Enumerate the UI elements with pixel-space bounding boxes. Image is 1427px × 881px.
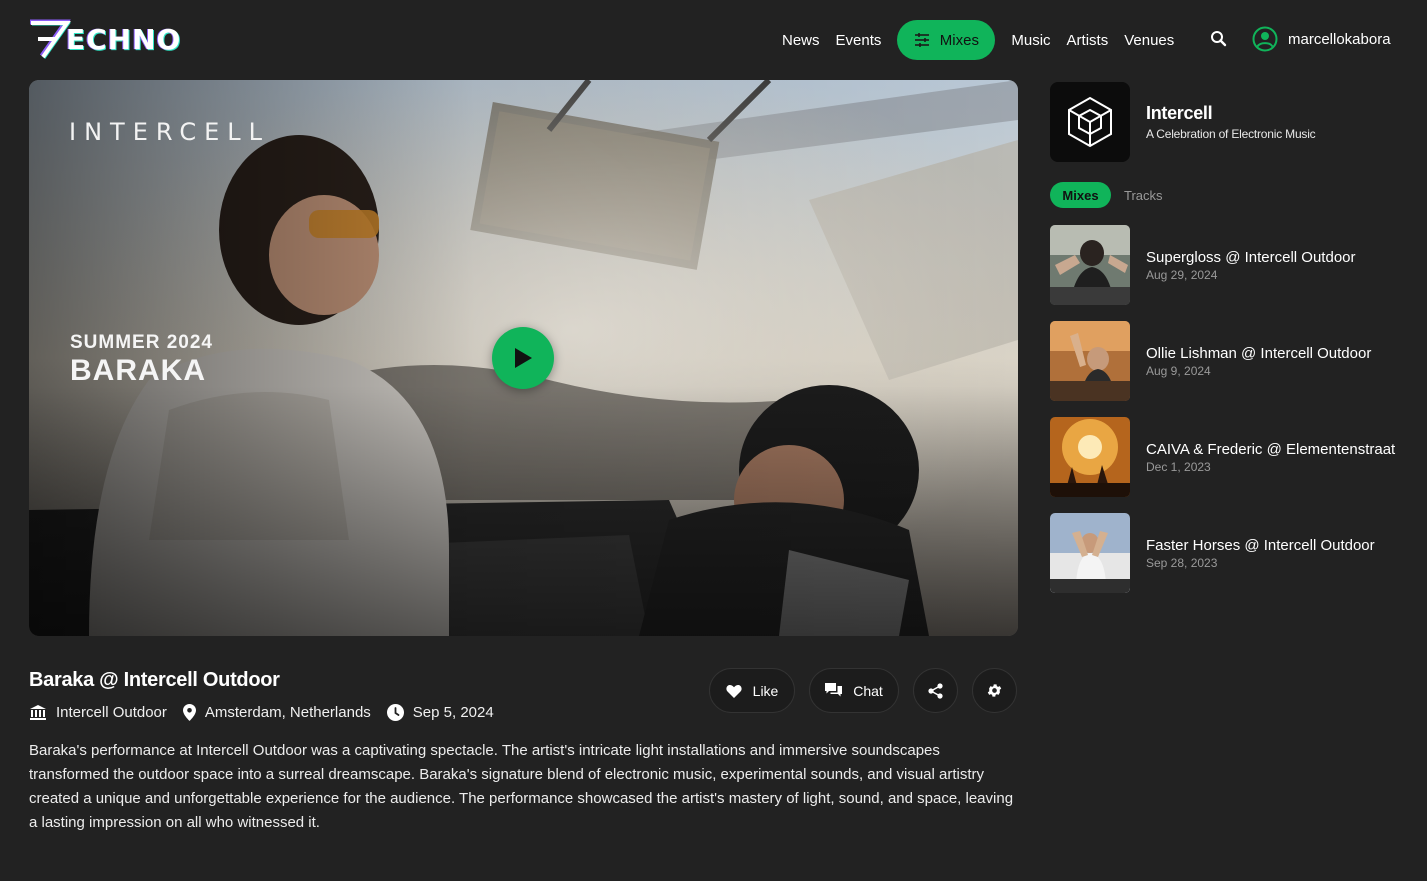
related-mix-date: Aug 29, 2024 [1146, 268, 1218, 282]
hero-artist-text: BARAKA [70, 354, 206, 387]
sidebar-tabs: Mixes Tracks [1050, 182, 1163, 208]
related-mix-item[interactable]: Faster Horses @ Intercell Outdoor Sep 28… [1050, 513, 1410, 593]
gear-icon [987, 684, 1002, 697]
channel-logo [1050, 82, 1130, 162]
nav-music[interactable]: Music [1011, 32, 1050, 49]
hero-brand-text: INTERCELL [69, 118, 270, 146]
settings-button[interactable] [972, 668, 1017, 713]
username: marcellokabora [1288, 30, 1391, 48]
hero-season-text: SUMMER 2024 [70, 332, 213, 353]
related-mix-title: Faster Horses @ Intercell Outdoor [1146, 537, 1375, 554]
related-mix-date: Sep 28, 2023 [1146, 556, 1218, 570]
share-button[interactable] [913, 668, 958, 713]
tab-tracks[interactable]: Tracks [1124, 188, 1163, 203]
site-logo[interactable]: ECHNO [28, 18, 190, 60]
mix-thumbnail [1050, 225, 1130, 305]
user-circle-icon [1252, 26, 1278, 52]
location-text: Amsterdam, Netherlands [204, 703, 371, 721]
channel-card[interactable]: Intercell A Celebration of Electronic Mu… [1050, 82, 1316, 162]
play-button[interactable] [492, 327, 554, 389]
related-mix-item[interactable]: CAIVA & Frederic @ Elementenstraat Dec 1… [1050, 417, 1410, 497]
nav-venues[interactable]: Venues [1124, 32, 1174, 49]
nav-artists[interactable]: Artists [1067, 32, 1109, 49]
share-icon [928, 682, 943, 699]
chat-icon [825, 683, 843, 697]
logo-text: ECHNO [66, 23, 182, 56]
venue-info[interactable]: Intercell Outdoor [29, 704, 167, 721]
nav-mixes-label: Mixes [939, 31, 979, 49]
like-button[interactable]: Like [709, 668, 795, 713]
location-pin-icon [182, 703, 196, 721]
chat-label: Chat [853, 682, 883, 699]
venue-name: Intercell Outdoor [56, 703, 167, 721]
related-mix-item[interactable]: Supergloss @ Intercell Outdoor Aug 29, 2… [1050, 225, 1410, 305]
mix-thumbnail [1050, 513, 1130, 593]
venue-icon [30, 705, 46, 720]
date-info: Sep 5, 2024 [386, 703, 494, 721]
mix-hero-player[interactable]: INTERCELL SUMMER 2024 BARAKA [29, 80, 1018, 636]
mix-meta: Intercell Outdoor Amsterdam, Netherlands… [29, 702, 510, 722]
play-icon [515, 348, 532, 368]
chat-button[interactable]: Chat [809, 668, 899, 713]
nav-events[interactable]: Events [836, 32, 882, 49]
channel-tagline: A Celebration of Electronic Music [1146, 127, 1316, 141]
tab-mixes[interactable]: Mixes [1050, 182, 1111, 208]
related-mix-title: Supergloss @ Intercell Outdoor [1146, 249, 1356, 266]
mix-title: Baraka @ Intercell Outdoor [29, 669, 280, 691]
user-menu[interactable]: marcellokabora [1252, 25, 1391, 53]
main-nav: News Events Mixes Music Artists Venues [782, 20, 1190, 60]
search-icon[interactable] [1209, 29, 1229, 49]
related-mix-date: Aug 9, 2024 [1146, 364, 1211, 378]
cube-logo-icon [1068, 96, 1112, 148]
nav-mixes[interactable]: Mixes [897, 20, 996, 60]
mix-thumbnail [1050, 321, 1130, 401]
sliders-icon [914, 33, 929, 47]
site-header: ECHNO News Events Mixes Music Artists Ve… [0, 0, 1427, 78]
related-mix-item[interactable]: Ollie Lishman @ Intercell Outdoor Aug 9,… [1050, 321, 1410, 401]
related-mix-date: Dec 1, 2023 [1146, 460, 1211, 474]
clock-icon [386, 703, 404, 721]
channel-name: Intercell [1146, 103, 1213, 123]
nav-news[interactable]: News [782, 32, 820, 49]
location-info: Amsterdam, Netherlands [182, 703, 371, 721]
related-mix-title: Ollie Lishman @ Intercell Outdoor [1146, 345, 1372, 362]
like-label: Like [752, 682, 779, 699]
heart-icon [726, 684, 742, 698]
mix-actions: Like Chat [709, 668, 1017, 713]
mix-description: Baraka's performance at Intercell Outdoo… [29, 742, 1014, 831]
mix-thumbnail [1050, 417, 1130, 497]
related-mix-title: CAIVA & Frederic @ Elementenstraat [1146, 441, 1396, 458]
date-text: Sep 5, 2024 [412, 703, 494, 721]
